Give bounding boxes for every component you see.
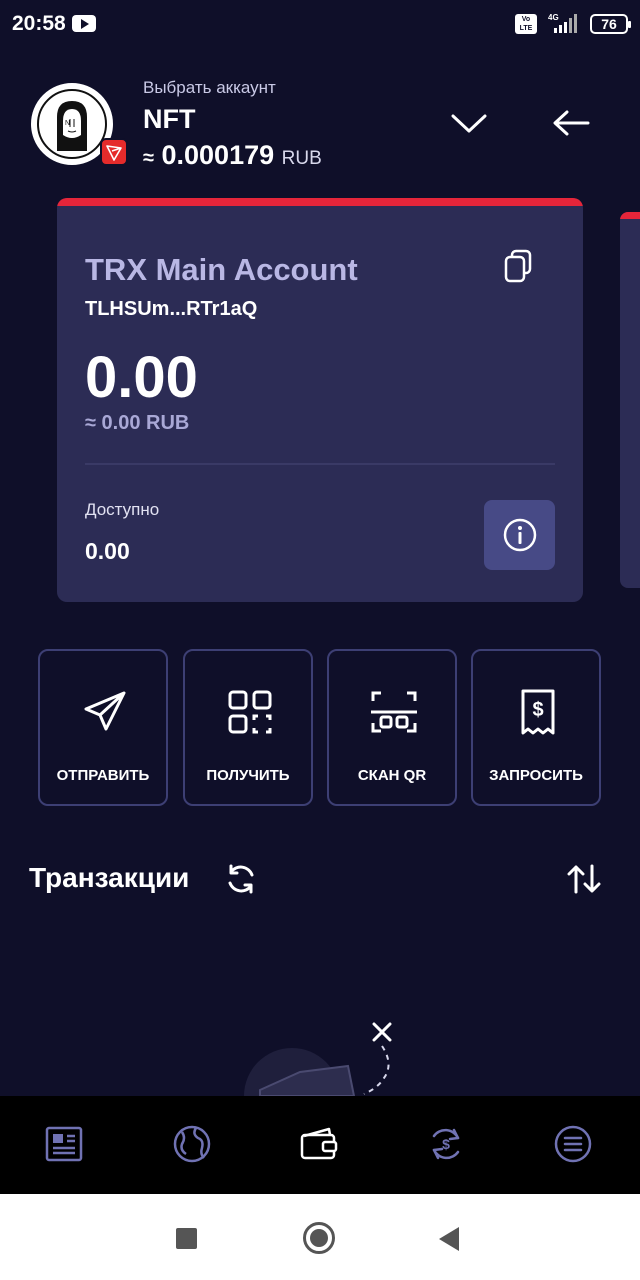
balance-currency: RUB [281,148,322,169]
account-card[interactable]: TRX Main Account TLHSUm...RTr1aQ 0.00 ≈ … [57,198,583,602]
battery-icon: 76 [590,14,631,34]
recents-button[interactable] [176,1228,197,1249]
request-label: ЗАПРОСИТЬ [489,767,583,784]
network-type: 4G [548,13,559,22]
svg-text:$: $ [442,1136,450,1152]
scan-qr-label: СКАН QR [357,767,427,784]
svg-text:$: $ [532,699,543,721]
request-button[interactable]: $ ЗАПРОСИТЬ [471,649,601,806]
card-title: TRX Main Account [85,252,358,287]
send-button[interactable]: ОТПРАВИТЬ [38,649,168,806]
menu-icon[interactable] [553,1124,593,1164]
copy-icon[interactable] [501,246,537,286]
browser-globe-icon[interactable] [172,1124,212,1164]
card-divider [85,463,555,465]
card-accent-bar [57,198,583,206]
avatar-image: N [37,89,107,159]
available-label: Доступно [85,500,160,519]
available-value: 0.00 [85,538,130,564]
home-button[interactable] [303,1222,335,1254]
svg-text:N: N [65,120,70,127]
wallet-icon[interactable] [299,1124,339,1164]
receive-button[interactable]: ПОЛУЧИТЬ [183,649,313,806]
next-card-accent-bar [620,212,640,219]
volte-icon: Vo LTE [515,14,537,34]
transactions-title: Транзакции [29,862,190,893]
chevron-down-icon[interactable] [448,104,490,144]
info-button[interactable] [484,500,555,570]
account-name[interactable]: NFT [143,104,195,135]
tron-badge-icon [100,138,128,166]
approx-symbol: ≈ [143,147,154,169]
empty-transactions-illustration [244,1022,392,1096]
send-icon [84,691,126,731]
swap-icon[interactable]: $ [426,1124,466,1164]
scan-qr-button[interactable]: СКАН QR [327,649,457,806]
qr-receive-icon [228,690,272,734]
signal-icon: 4G [548,13,577,33]
bottom-navigation: $ [0,1096,640,1194]
account-balance: ≈ 0.000179 RUB [143,140,322,171]
sort-icon[interactable] [565,862,603,896]
status-bar: 20:58 Vo LTE 4G 76 [0,0,640,50]
receive-label: ПОЛУЧИТЬ [206,767,290,784]
wallet-screen: 20:58 Vo LTE 4G 76 N Выбрать аккаунт NFT… [0,0,640,1280]
scan-qr-icon [371,691,417,733]
request-invoice-icon: $ [521,689,555,735]
youtube-icon [72,15,96,32]
wallet-address[interactable]: TLHSUm...RTr1aQ [85,298,257,321]
status-time: 20:58 [12,12,66,35]
system-back-button[interactable] [439,1227,459,1251]
news-icon[interactable] [44,1124,84,1164]
info-icon [503,518,537,552]
card-amount: 0.00 [85,345,198,410]
next-account-card[interactable] [620,212,640,588]
balance-amount: 0.000179 [161,140,275,170]
card-fiat-amount: ≈ 0.00 RUB [85,412,190,434]
select-account-label[interactable]: Выбрать аккаунт [143,78,276,98]
send-label: ОТПРАВИТЬ [56,767,150,784]
refresh-icon[interactable] [224,862,258,896]
back-arrow-icon[interactable] [548,104,592,144]
system-navigation-bar [0,1194,640,1280]
